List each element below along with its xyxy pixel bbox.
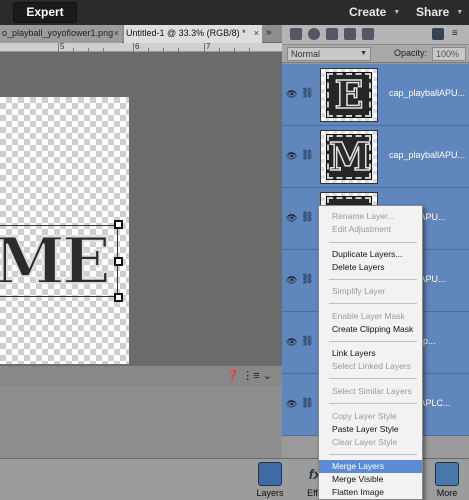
menu-separator (329, 341, 417, 342)
menu-separator (329, 378, 417, 379)
opacity-label: Opacity: (394, 48, 428, 58)
close-icon[interactable]: × (254, 25, 259, 42)
layers-button[interactable]: Layers (255, 462, 285, 498)
layer-name[interactable]: cap_playballAPU... (389, 88, 465, 98)
document-tabs: o_playball_yoyoflower1.png × Untitled-1 … (0, 25, 282, 43)
ruler-number: 5 (60, 42, 65, 51)
tab-document-1[interactable]: o_playball_yoyoflower1.png × (0, 25, 122, 43)
close-icon[interactable]: × (114, 25, 119, 42)
menu-item-clear-layer-style[interactable]: Clear Layer Style (319, 436, 422, 449)
menu-item-paste-layer-style[interactable]: Paste Layer Style (319, 423, 422, 436)
link-icon[interactable]: ⛓ (301, 150, 314, 161)
layer-thumbnail: E (320, 68, 378, 122)
ruler-tick (58, 43, 59, 52)
menu-separator (329, 454, 417, 455)
chevron-down-icon: ▼ (360, 50, 367, 57)
layer-row[interactable]: 👁 ⛓ E cap_playballAPU... (282, 64, 469, 126)
visibility-eye-icon[interactable]: 👁 (286, 275, 297, 286)
chevron-down-icon: ▼ (393, 9, 401, 16)
tab-label: o_playball_yoyoflower1.png (2, 28, 114, 38)
visibility-eye-icon[interactable]: 👁 (286, 213, 297, 224)
thumbnail-letter: E (326, 72, 372, 118)
menu-separator (329, 279, 417, 280)
layers-button-label: Layers (256, 488, 284, 498)
menu-item-merge-visible[interactable]: Merge Visible (319, 473, 422, 486)
menu-item-link-layers[interactable]: Link Layers (319, 347, 422, 360)
layers-panel-toolbar: ≡ (282, 25, 469, 45)
transform-handle[interactable] (114, 220, 123, 229)
layer-mask-icon[interactable] (326, 28, 338, 40)
visibility-eye-icon[interactable]: 👁 (286, 89, 297, 100)
trash-icon[interactable] (432, 28, 444, 40)
chevron-down-icon: ▼ (456, 9, 464, 16)
menu-separator (329, 242, 417, 243)
more-button-label: More (436, 488, 458, 498)
adjustment-layer-icon[interactable] (308, 28, 320, 40)
horizontal-ruler: 5 6 7 (0, 42, 282, 52)
more-icon (435, 462, 459, 486)
more-button[interactable]: More (432, 462, 462, 498)
link-icon[interactable]: ⛓ (301, 398, 314, 409)
menu-item-edit-adjustment[interactable]: Edit Adjustment (319, 223, 422, 236)
menu-item-create-clipping-mask[interactable]: Create Clipping Mask (319, 323, 422, 336)
expert-mode-button[interactable]: Expert (13, 2, 77, 23)
visibility-eye-icon[interactable]: 👁 (286, 399, 297, 410)
layer-context-menu: Rename Layer... Edit Adjustment Duplicat… (318, 205, 423, 500)
menu-separator (329, 403, 417, 404)
panel-menu-icon[interactable]: ≡ (452, 28, 464, 40)
menu-item-select-similar-layers[interactable]: Select Similar Layers (319, 385, 422, 398)
transform-handle[interactable] (114, 257, 123, 266)
blend-mode-value: Normal (291, 49, 321, 59)
ruler-tick (133, 43, 134, 52)
menu-item-select-linked-layers[interactable]: Select Linked Layers (319, 360, 422, 373)
create-label: Create (349, 5, 387, 19)
blend-bar: Normal ▼ Opacity: 100% (282, 45, 469, 63)
menu-item-rename-layer[interactable]: Rename Layer... (319, 210, 422, 223)
menu-separator (329, 303, 417, 304)
link-icon[interactable]: ⛓ (301, 336, 314, 347)
menu-item-merge-layers[interactable]: Merge Layers (319, 460, 422, 473)
transform-handle[interactable] (114, 293, 123, 302)
opacity-input[interactable]: 100% (432, 47, 466, 61)
lock-all-icon[interactable] (362, 28, 374, 40)
share-label: Share (416, 5, 450, 19)
ruler-number: 6 (135, 42, 140, 51)
layer-thumbnail: M (320, 130, 378, 184)
tool-options-area (0, 386, 282, 458)
new-layer-icon[interactable] (290, 28, 302, 40)
top-bar: Expert Create ▼ Share ▼ (0, 0, 469, 25)
layer-name[interactable]: cap_playballAPU... (389, 150, 465, 160)
tabs-overflow-icon[interactable]: » (266, 27, 272, 38)
tab-label: Untitled-1 @ 33.3% (RGB/8) * (126, 28, 246, 38)
share-menu[interactable]: Share ▼ (416, 5, 463, 19)
transform-bounding-box[interactable] (0, 225, 118, 297)
menu-item-duplicate-layers[interactable]: Duplicate Layers... (319, 248, 422, 261)
menu-item-enable-layer-mask[interactable]: Enable Layer Mask (319, 310, 422, 323)
menu-item-delete-layers[interactable]: Delete Layers (319, 261, 422, 274)
visibility-eye-icon[interactable]: 👁 (286, 151, 297, 162)
canvas-area[interactable]: ME (0, 52, 282, 366)
menu-item-copy-layer-style[interactable]: Copy Layer Style (319, 410, 422, 423)
layer-row[interactable]: 👁 ⛓ M cap_playballAPU... (282, 126, 469, 188)
thumbnail-letter: M (326, 134, 372, 180)
layers-icon (258, 462, 282, 486)
tab-document-2[interactable]: Untitled-1 @ 33.3% (RGB/8) * × (124, 25, 262, 43)
link-icon[interactable]: ⛓ (301, 212, 314, 223)
link-icon[interactable]: ⛓ (301, 88, 314, 99)
lock-icon[interactable] (344, 28, 356, 40)
help-menu-icon[interactable]: ❓ ⋮≡ ⌄ (226, 369, 272, 382)
visibility-eye-icon[interactable]: 👁 (286, 337, 297, 348)
ruler-tick (204, 43, 205, 52)
link-icon[interactable]: ⛓ (301, 274, 314, 285)
create-menu[interactable]: Create ▼ (349, 5, 400, 19)
menu-item-simplify-layer[interactable]: Simplify Layer (319, 285, 422, 298)
photoshop-elements-window: Expert Create ▼ Share ▼ o_playball_yoyoflo… (0, 0, 469, 500)
ruler-number: 7 (206, 42, 211, 51)
canvas-footer: ❓ ⋮≡ ⌄ (0, 366, 282, 386)
menu-item-flatten-image[interactable]: Flatten Image (319, 486, 422, 499)
blend-mode-select[interactable]: Normal ▼ (287, 47, 371, 61)
